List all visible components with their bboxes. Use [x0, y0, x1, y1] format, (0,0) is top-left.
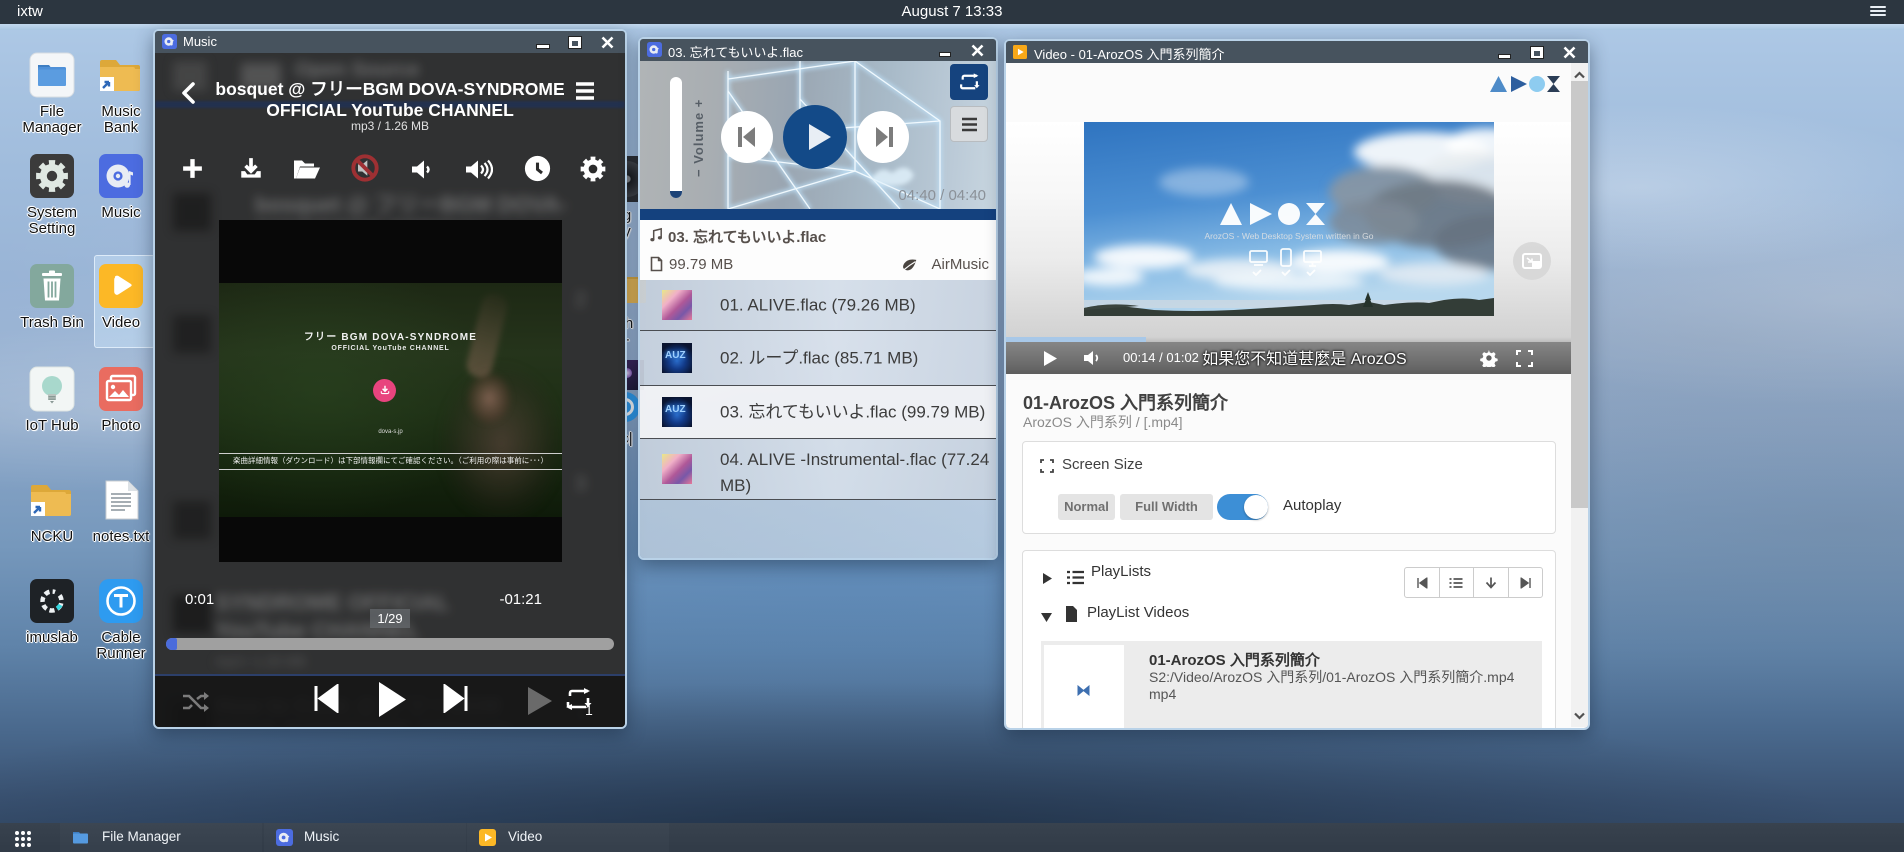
- svg-text:ArozOS - Web Desktop System wr: ArozOS - Web Desktop System written in G…: [1205, 231, 1374, 241]
